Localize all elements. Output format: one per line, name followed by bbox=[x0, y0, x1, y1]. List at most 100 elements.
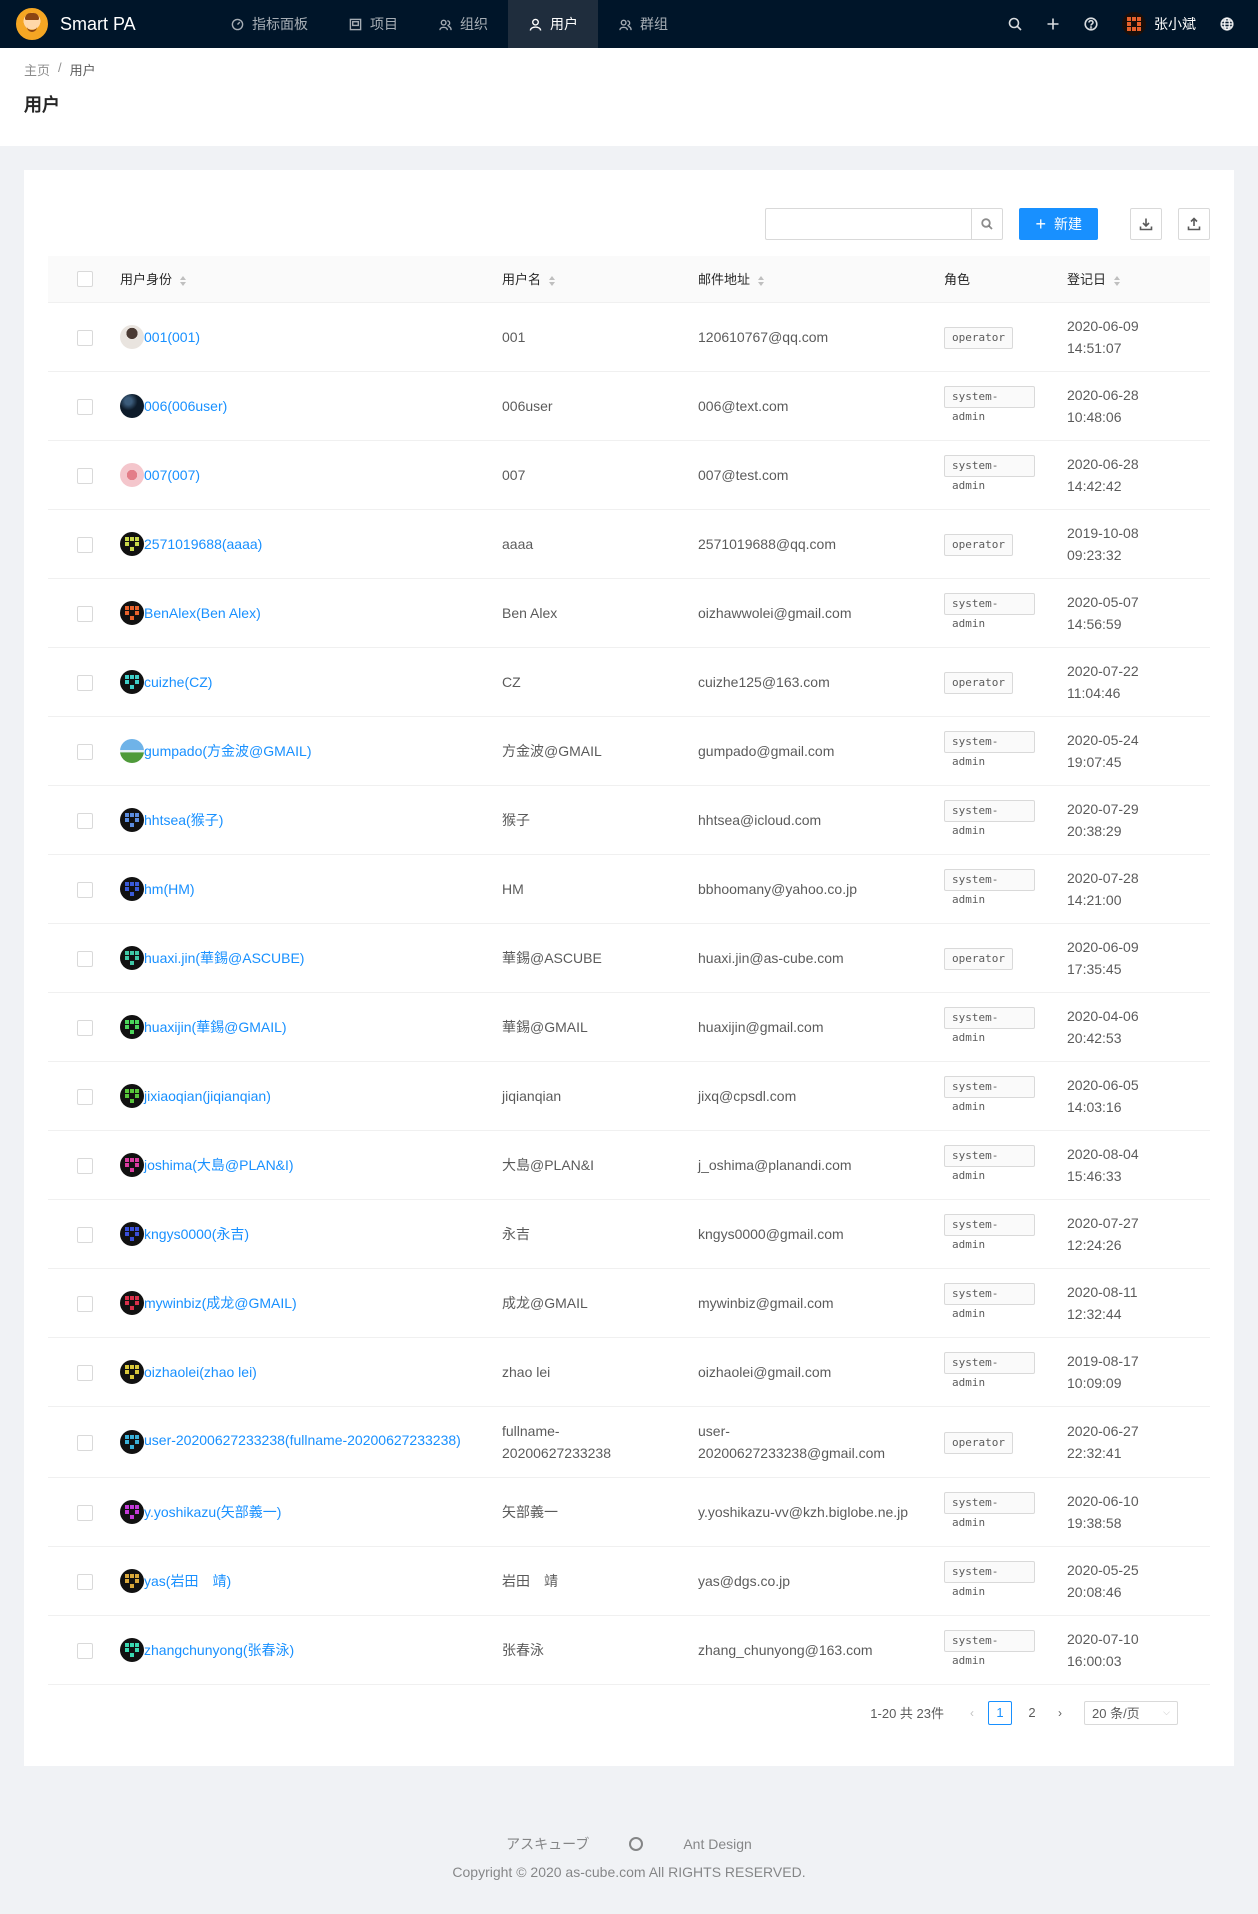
sort-icon[interactable] bbox=[1114, 275, 1121, 287]
table-row[interactable]: BenAlex(Ben Alex) Ben Alex oizhawwolei@g… bbox=[48, 578, 1210, 648]
logo[interactable]: Smart PA bbox=[0, 0, 210, 48]
user-link[interactable]: y.yoshikazu(矢部義一) bbox=[144, 1501, 281, 1523]
user-link[interactable]: user-20200627233238(fullname-20200627233… bbox=[144, 1432, 461, 1448]
sort-icon[interactable] bbox=[758, 275, 765, 287]
table-row[interactable]: 006(006user) 006user 006@text.com system… bbox=[48, 371, 1210, 441]
page-item-1[interactable]: 1 bbox=[988, 1700, 1012, 1725]
table-row[interactable]: yas(岩田 靖) 岩田 靖 yas@dgs.co.jp system-admi… bbox=[48, 1546, 1210, 1616]
breadcrumb-home[interactable]: 主页 bbox=[24, 60, 50, 79]
user-link[interactable]: 006(006user) bbox=[144, 395, 227, 417]
table-row[interactable]: 2571019688(aaaa) aaaa 2571019688@qq.com … bbox=[48, 509, 1210, 579]
table-row[interactable]: huaxi.jin(華錫@ASCUBE) 華錫@ASCUBE huaxi.jin… bbox=[48, 923, 1210, 993]
table-row[interactable]: zhangchunyong(张春泳) 张春泳 zhang_chunyong@16… bbox=[48, 1615, 1210, 1685]
table-row[interactable]: 007(007) 007 007@test.com system-admin 2… bbox=[48, 440, 1210, 510]
table-row[interactable]: mywinbiz(成龙@GMAIL) 成龙@GMAIL mywinbiz@gma… bbox=[48, 1268, 1210, 1338]
row-checkbox[interactable] bbox=[77, 812, 93, 829]
footer-link-antdesign[interactable]: Ant Design bbox=[683, 1836, 751, 1852]
nav-item-users[interactable]: 用户 bbox=[508, 0, 598, 48]
user-link[interactable]: hm(HM) bbox=[144, 878, 195, 900]
user-link[interactable]: gumpado(方金波@GMAIL) bbox=[144, 740, 311, 762]
user-link[interactable]: zhangchunyong(张春泳) bbox=[144, 1639, 294, 1661]
nav-item-groups[interactable]: 群组 bbox=[598, 0, 688, 48]
row-checkbox[interactable] bbox=[77, 1434, 93, 1451]
next-page-icon[interactable]: › bbox=[1048, 1701, 1072, 1725]
search-icon[interactable] bbox=[996, 0, 1034, 48]
user-link[interactable]: yas(岩田 靖) bbox=[144, 1570, 231, 1592]
upload-button[interactable] bbox=[1178, 208, 1210, 240]
row-checkbox[interactable] bbox=[77, 467, 93, 484]
row-checkbox[interactable] bbox=[77, 881, 93, 898]
sort-icon[interactable] bbox=[549, 275, 556, 287]
row-select-cell bbox=[48, 647, 104, 717]
row-checkbox[interactable] bbox=[77, 605, 93, 622]
username-cell: CZ bbox=[486, 647, 682, 717]
user-link[interactable]: 2571019688(aaaa) bbox=[144, 533, 262, 555]
plus-icon[interactable] bbox=[1034, 0, 1072, 48]
row-checkbox[interactable] bbox=[77, 743, 93, 760]
row-checkbox[interactable] bbox=[77, 950, 93, 967]
row-checkbox[interactable] bbox=[77, 674, 93, 691]
table-row[interactable]: y.yoshikazu(矢部義一) 矢部義一 y.yoshikazu-vv@kz… bbox=[48, 1477, 1210, 1547]
row-checkbox[interactable] bbox=[77, 1364, 93, 1381]
user-link[interactable]: 007(007) bbox=[144, 464, 200, 486]
help-icon[interactable] bbox=[1072, 0, 1110, 48]
table-row[interactable]: hm(HM) HM bbhoomany@yahoo.co.jp system-a… bbox=[48, 854, 1210, 924]
search-input[interactable] bbox=[765, 208, 972, 240]
column-header-date[interactable]: 登记日 bbox=[1051, 256, 1210, 303]
user-link[interactable]: cuizhe(CZ) bbox=[144, 671, 212, 693]
search-button[interactable] bbox=[971, 208, 1004, 240]
table-row[interactable]: huaxijin(華錫@GMAIL) 華錫@GMAIL huaxijin@gma… bbox=[48, 992, 1210, 1062]
select-all-checkbox[interactable] bbox=[77, 271, 93, 288]
table-row[interactable]: gumpado(方金波@GMAIL) 方金波@GMAIL gumpado@gma… bbox=[48, 716, 1210, 786]
table-row[interactable]: cuizhe(CZ) CZ cuizhe125@163.com operator… bbox=[48, 647, 1210, 717]
row-checkbox[interactable] bbox=[77, 1295, 93, 1312]
row-checkbox[interactable] bbox=[77, 1504, 93, 1521]
row-checkbox[interactable] bbox=[77, 329, 93, 346]
row-checkbox[interactable] bbox=[77, 1088, 93, 1105]
download-button[interactable] bbox=[1130, 208, 1162, 240]
table-row[interactable]: hhtsea(猴子) 猴子 hhtsea@icloud.com system-a… bbox=[48, 785, 1210, 855]
table-row[interactable]: kngys0000(永吉) 永吉 kngys0000@gmail.com sys… bbox=[48, 1199, 1210, 1269]
row-checkbox[interactable] bbox=[77, 398, 93, 415]
row-checkbox[interactable] bbox=[77, 1019, 93, 1036]
user-link[interactable]: 001(001) bbox=[144, 326, 200, 348]
new-user-button[interactable]: + 新建 bbox=[1019, 208, 1098, 240]
column-header-name[interactable]: 用户名 bbox=[486, 256, 682, 303]
github-icon[interactable] bbox=[629, 1837, 644, 1851]
nav-item-organizations[interactable]: 组织 bbox=[418, 0, 508, 48]
sort-icon[interactable] bbox=[180, 275, 187, 287]
row-checkbox[interactable] bbox=[77, 536, 93, 553]
table-row[interactable]: jixiaoqian(jiqianqian) jiqianqian jixq@c… bbox=[48, 1061, 1210, 1131]
row-checkbox[interactable] bbox=[77, 1573, 93, 1590]
user-link[interactable]: huaxi.jin(華錫@ASCUBE) bbox=[144, 947, 304, 969]
column-header-uid[interactable]: 用户身份 bbox=[104, 256, 486, 303]
registered-date-cell: 2020-05-25 20:08:46 bbox=[1051, 1546, 1210, 1616]
role-cell: system-admin bbox=[928, 1130, 1051, 1200]
user-link[interactable]: oizhaolei(zhao lei) bbox=[144, 1361, 257, 1383]
globe-icon[interactable] bbox=[1208, 0, 1246, 48]
user-link[interactable]: jixiaoqian(jiqianqian) bbox=[144, 1085, 271, 1107]
role-tag: system-admin bbox=[944, 1282, 1035, 1320]
user-link[interactable]: kngys0000(永吉) bbox=[144, 1223, 249, 1245]
prev-page-icon[interactable]: ‹ bbox=[960, 1701, 984, 1725]
nav-item-projects[interactable]: 项目 bbox=[328, 0, 418, 48]
current-user-menu[interactable]: 张小斌 bbox=[1110, 0, 1208, 48]
table-row[interactable]: oizhaolei(zhao lei) zhao lei oizhaolei@g… bbox=[48, 1337, 1210, 1407]
user-link[interactable]: BenAlex(Ben Alex) bbox=[144, 602, 261, 624]
user-link[interactable]: huaxijin(華錫@GMAIL) bbox=[144, 1016, 287, 1038]
page-size-select[interactable]: 20 条/页 ⌵ bbox=[1084, 1700, 1178, 1725]
table-row[interactable]: user-20200627233238(fullname-20200627233… bbox=[48, 1406, 1210, 1478]
page-item-2[interactable]: 2 bbox=[1020, 1701, 1044, 1725]
row-checkbox[interactable] bbox=[77, 1642, 93, 1659]
user-link[interactable]: mywinbiz(成龙@GMAIL) bbox=[144, 1292, 297, 1314]
column-header-email[interactable]: 邮件地址 bbox=[682, 256, 928, 303]
footer-link-ascube[interactable]: アスキューブ bbox=[506, 1834, 589, 1854]
table-row[interactable]: 001(001) 001 120610767@qq.com operator 2… bbox=[48, 302, 1210, 372]
row-checkbox[interactable] bbox=[77, 1226, 93, 1243]
table-row[interactable]: joshima(大島@PLAN&I) 大島@PLAN&I j_oshima@pl… bbox=[48, 1130, 1210, 1200]
nav-item-dashboard[interactable]: 指标面板 bbox=[210, 0, 328, 48]
role-cell: system-admin bbox=[928, 1268, 1051, 1338]
row-checkbox[interactable] bbox=[77, 1157, 93, 1174]
user-link[interactable]: hhtsea(猴子) bbox=[144, 809, 223, 831]
user-link[interactable]: joshima(大島@PLAN&I) bbox=[144, 1154, 294, 1176]
